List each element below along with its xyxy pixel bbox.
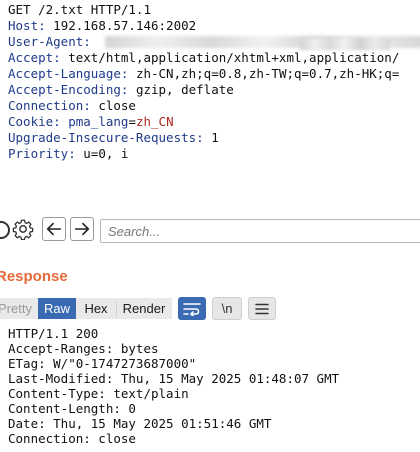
header-colon: : [38,18,54,33]
response-title: Response [0,268,68,285]
header-priority: Priority: u=0, i [8,146,128,162]
search-input[interactable] [100,219,420,243]
menu-button[interactable] [248,297,276,320]
header-name: Host [8,18,39,33]
word-wrap-button[interactable] [178,297,206,320]
header-value: close [98,98,136,113]
header-value: zh-CN,zh;q=0.8,zh-TW;q=0.7,zh-HK;q= [135,66,400,81]
header-name: Upgrade-Insecure-Requests [8,130,197,145]
header-colon: : [68,146,84,161]
hamburger-icon [255,303,269,314]
cookie-value: zh_CN [135,114,174,129]
wrap-lines-icon [183,302,201,316]
header-value: text/html,application/xhtml+xml,applicat… [68,50,400,65]
header-name: Accept [8,50,54,65]
header-accept: Accept: text/html,application/xhtml+xml,… [8,50,399,66]
header-connection: Connection: close [8,98,136,114]
header-colon: : [120,82,136,97]
header-name: Accept-Encoding [8,82,121,97]
header-name: Priority [8,146,69,161]
header-colon: : [83,98,99,113]
header-value: u=0, i [83,146,129,161]
response-line: Content-Type: text/plain [8,386,189,401]
next-button[interactable] [70,217,94,241]
header-name: Accept-Language [8,66,121,81]
header-upgrade-insecure-requests: Upgrade-Insecure-Requests: 1 [8,130,219,146]
settings-button[interactable] [11,217,35,241]
response-line: Last-Modified: Thu, 15 May 2025 01:48:07… [8,371,340,386]
header-value: 192.168.57.146:2002 [53,18,197,33]
arrow-left-icon [46,222,62,236]
show-newlines-button[interactable]: \n [212,297,242,320]
response-viewer[interactable]: HTTP/1.1 200 Accept-Ranges: bytes ETag: … [0,325,420,452]
previous-button[interactable] [42,217,66,241]
response-line: Content-Length: 0 [8,401,136,416]
cookie-name: pma_lang [68,114,129,129]
header-value: 1 [211,130,219,145]
response-line: HTTP/1.1 200 [8,326,99,341]
header-name: User-Agent [8,34,84,49]
header-value: gzip, deflate [135,82,234,97]
header-host: Host: 192.168.57.146:2002 [8,18,196,34]
header-name: Cookie [8,114,54,129]
header-name: Connection [8,98,84,113]
request-line: GET /2.txt HTTP/1.1 [8,2,151,17]
tab-pretty[interactable]: Pretty [0,298,36,319]
header-colon: : [83,34,91,49]
header-accept-encoding: Accept-Encoding: gzip, deflate [8,82,234,98]
header-cookie: Cookie: pma_lang = zh_CN [8,114,174,130]
request-editor[interactable]: GET /2.txt HTTP/1.1 Host: 192.168.57.146… [0,0,420,214]
header-colon: : [196,130,212,145]
tab-raw[interactable]: Raw [38,298,76,319]
header-colon: : [53,50,69,65]
header-colon: : [53,114,69,129]
header-accept-language: Accept-Language: zh-CN,zh;q=0.8,zh-TW;q=… [8,66,399,82]
tab-hex[interactable]: Hex [78,298,114,319]
tab-render[interactable]: Render [116,298,172,319]
response-line: Connection: close [8,431,136,446]
response-line: ETag: W/"0-1747273687000" [8,356,197,371]
redacted-overlay [300,38,390,50]
response-line: Date: Thu, 15 May 2025 01:51:46 GMT [8,416,272,431]
response-line: Accept-Ranges: bytes [8,341,159,356]
arrow-right-icon [74,222,90,236]
header-colon: : [120,66,136,81]
cookie-equals: = [128,114,136,129]
gear-icon [12,219,34,240]
